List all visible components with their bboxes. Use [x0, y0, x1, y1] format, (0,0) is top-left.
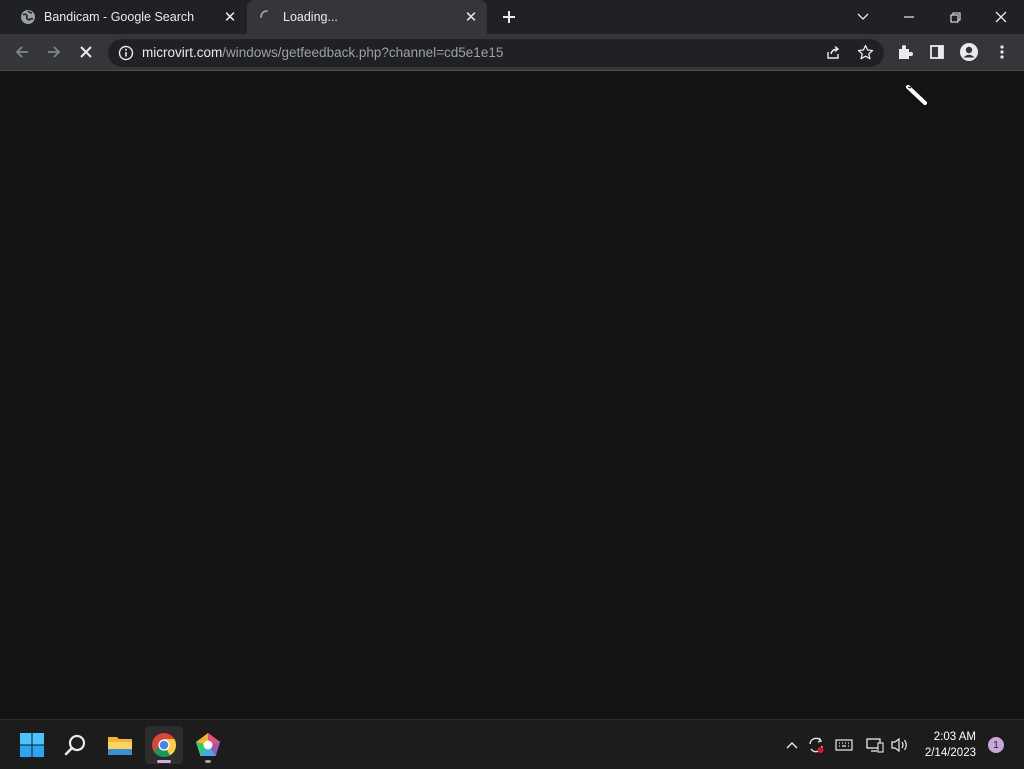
url-text: microvirt.com/windows/getfeedback.php?ch…: [142, 39, 503, 67]
taskbar-clock[interactable]: 2:03 AM 2/14/2023: [914, 729, 976, 761]
bookmark-star-icon[interactable]: [857, 44, 874, 66]
memu-icon: [196, 733, 220, 756]
network-icon: [866, 738, 884, 753]
network-tray-button[interactable]: [865, 735, 885, 755]
minimize-button[interactable]: [886, 0, 932, 34]
volume-icon: [891, 737, 907, 753]
clock-date: 2/14/2023: [924, 747, 976, 759]
sync-alert-icon: [809, 737, 824, 753]
tab-title: Loading...: [283, 10, 338, 24]
active-app-indicator: [157, 760, 171, 763]
tab-loading[interactable]: Loading... ✕: [247, 0, 487, 34]
back-button[interactable]: [8, 38, 36, 66]
forward-button[interactable]: [40, 38, 68, 66]
tab-title: Bandicam - Google Search: [44, 10, 195, 24]
avatar-icon: [960, 43, 978, 61]
running-app-indicator: [205, 760, 211, 763]
side-panel-icon: [930, 45, 944, 59]
show-hidden-icons-button[interactable]: [782, 735, 802, 755]
window-controls: [840, 0, 1024, 34]
url-path: /windows/getfeedback.php?channel=cd5e1e1…: [222, 45, 504, 60]
minimize-icon: [904, 16, 914, 18]
arrow-right-icon: [48, 46, 61, 58]
close-window-button[interactable]: [978, 0, 1024, 34]
menu-button[interactable]: [988, 38, 1016, 66]
clock-time: 2:03 AM: [933, 731, 976, 743]
memu-taskbar-button[interactable]: [189, 726, 227, 764]
restore-icon: [949, 11, 961, 23]
chrome-taskbar-button[interactable]: [145, 726, 183, 764]
url-host: microvirt.com: [142, 45, 223, 60]
kebab-menu-icon: [1000, 45, 1004, 59]
volume-tray-button[interactable]: [890, 735, 910, 755]
spinner-icon: [259, 9, 275, 25]
windows-taskbar: 2:03 AM 2/14/2023: [0, 719, 1024, 769]
keyboard-icon: [835, 739, 853, 751]
search-icon: [64, 734, 86, 756]
site-info-icon[interactable]: [118, 45, 134, 66]
globe-icon: [20, 9, 36, 25]
windows-start-button[interactable]: [13, 726, 51, 764]
plus-icon: [503, 11, 515, 23]
tab-bandicam-search[interactable]: Bandicam - Google Search ✕: [8, 0, 246, 34]
file-explorer-icon: [108, 737, 132, 755]
close-icon: [995, 11, 1007, 23]
keyboard-tray-button[interactable]: [834, 735, 854, 755]
file-explorer-button[interactable]: [101, 726, 139, 764]
page-content: [0, 71, 1024, 719]
arrow-left-icon: [15, 46, 28, 58]
restore-button[interactable]: [932, 0, 978, 34]
puzzle-icon: [899, 45, 913, 59]
share-icon[interactable]: [825, 45, 841, 66]
address-bar[interactable]: microvirt.com/windows/getfeedback.php?ch…: [108, 39, 884, 67]
windows-start-icon: [20, 733, 44, 757]
chrome-icon: [152, 733, 176, 758]
browser-titlebar: Bandicam - Google Search ✕ Loading... ✕: [0, 0, 1024, 34]
taskbar-search-button[interactable]: [57, 726, 95, 764]
notification-badge[interactable]: 1: [988, 737, 1004, 753]
pen-cursor-icon: [905, 84, 929, 113]
stop-button[interactable]: [72, 38, 100, 66]
profile-button[interactable]: [955, 38, 983, 66]
new-tab-button[interactable]: [497, 5, 521, 29]
side-panel-button[interactable]: [923, 38, 951, 66]
chevron-down-icon: [857, 13, 869, 20]
sync-tray-button[interactable]: [806, 735, 826, 755]
extensions-button[interactable]: [891, 38, 919, 66]
chevron-up-icon: [786, 742, 798, 749]
tab-close-icon[interactable]: ✕: [461, 7, 481, 27]
tab-search-button[interactable]: [840, 0, 886, 34]
close-icon: [80, 46, 92, 58]
tab-close-icon[interactable]: ✕: [220, 7, 240, 27]
